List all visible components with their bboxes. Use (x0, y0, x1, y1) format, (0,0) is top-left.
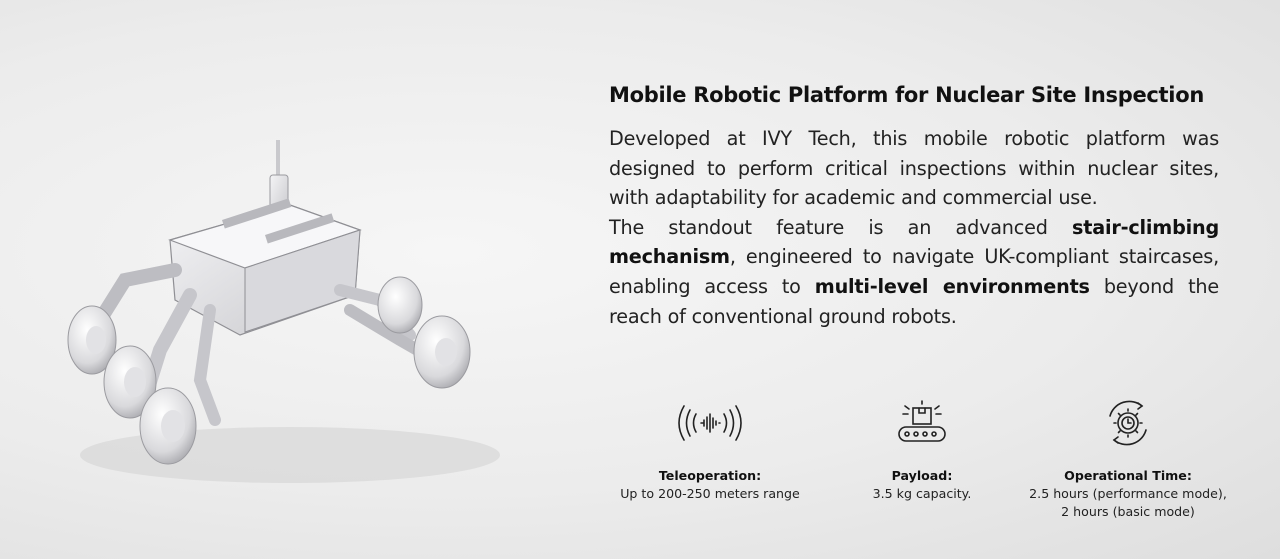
gear-clock-icon (1010, 395, 1246, 451)
signal-wave-icon (600, 395, 820, 451)
feature-teleoperation: Teleoperation: Up to 200-250 meters rang… (600, 395, 820, 503)
text-column: Mobile Robotic Platform for Nuclear Site… (609, 80, 1219, 331)
conveyor-box-icon (852, 395, 992, 451)
paragraph-1: Developed at IVY Tech, this mobile robot… (609, 127, 1219, 210)
feature-label: Operational Time: (1064, 468, 1192, 483)
feature-list: Teleoperation: Up to 200-250 meters rang… (600, 395, 1240, 535)
paragraph-2-text-1: The standout feature is an advanced (609, 215, 1073, 239)
description: Developed at IVY Tech, this mobile robot… (609, 124, 1219, 331)
feature-payload: Payload: 3.5 kg capacity. (852, 395, 992, 503)
feature-value: Up to 200-250 meters range (620, 486, 800, 501)
feature-operational-time: Operational Time: 2.5 hours (performance… (1010, 395, 1246, 521)
feature-value: 2.5 hours (performance mode), (1029, 486, 1227, 501)
highlight-multi-level: multi-level environments (814, 274, 1090, 298)
feature-value-2: 2 hours (basic mode) (1061, 504, 1195, 519)
feature-value: 3.5 kg capacity. (872, 486, 972, 501)
feature-label: Teleoperation: (658, 468, 762, 483)
feature-label: Payload: (891, 468, 953, 483)
page-title: Mobile Robotic Platform for Nuclear Site… (609, 83, 1204, 107)
robot-image (67, 140, 500, 483)
